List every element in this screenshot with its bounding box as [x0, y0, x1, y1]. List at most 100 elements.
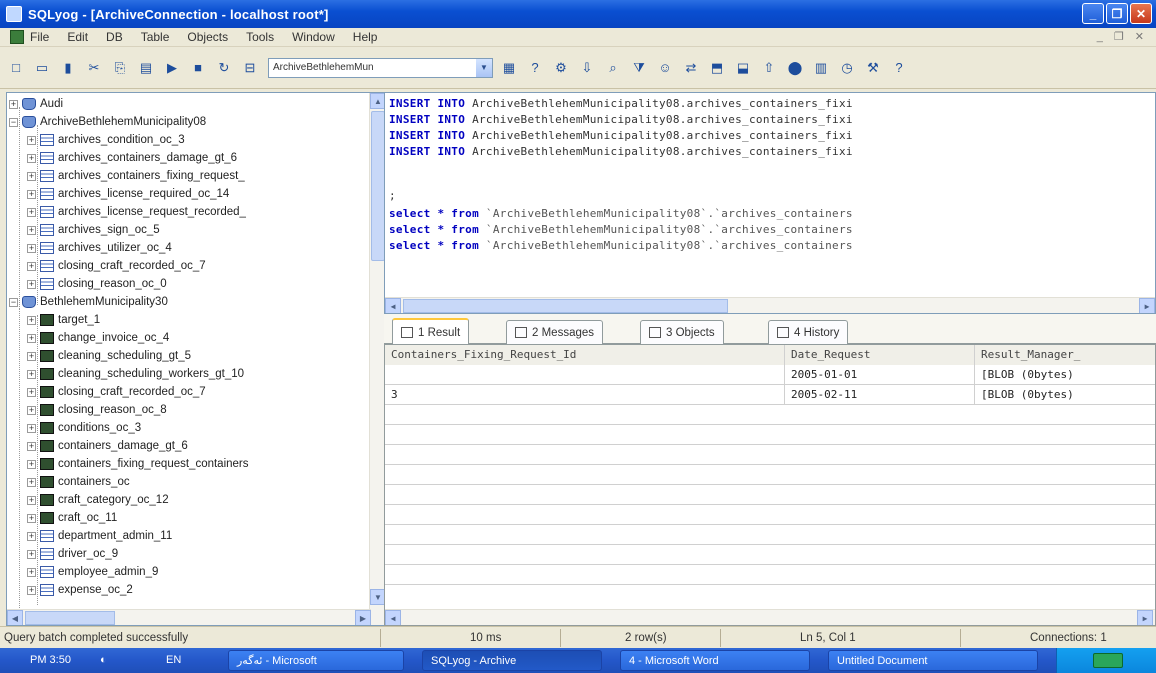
tree-item[interactable]: + craft_category_oc_12: [27, 491, 169, 509]
new-icon[interactable]: □: [8, 60, 24, 76]
tree-item[interactable]: + expense_oc_2: [27, 581, 133, 599]
filter-icon[interactable]: ⧩: [631, 60, 647, 76]
help-icon[interactable]: ?: [891, 60, 907, 76]
expand-icon[interactable]: +: [27, 531, 36, 541]
expand-icon[interactable]: +: [27, 549, 36, 559]
tree-item[interactable]: + archives_sign_oc_5: [27, 221, 160, 239]
cut-icon[interactable]: ✂: [86, 60, 102, 76]
tree-item[interactable]: + closing_reason_oc_8: [27, 401, 167, 419]
expand-icon[interactable]: +: [27, 495, 36, 505]
expand-icon[interactable]: +: [27, 441, 36, 451]
column-header[interactable]: Containers_Fixing_Request_Id: [385, 345, 785, 365]
expand-icon[interactable]: +: [27, 405, 36, 415]
stop-icon[interactable]: ■: [190, 60, 206, 76]
maximize-button[interactable]: ❐: [1106, 3, 1128, 24]
tree-item[interactable]: + archives_license_request_recorded_: [27, 203, 246, 221]
scroll-thumb[interactable]: [371, 111, 385, 261]
expand-icon[interactable]: +: [27, 153, 36, 163]
scroll-thumb[interactable]: [25, 611, 115, 625]
tree-item[interactable]: + archives_utilizer_oc_4: [27, 239, 172, 257]
tree-horizontal-scrollbar[interactable]: ◀ ▶: [7, 609, 371, 625]
tree-item[interactable]: + cleaning_scheduling_workers_gt_10: [27, 365, 244, 383]
table-row[interactable]: [385, 445, 1155, 465]
query-icon[interactable]: ?: [527, 60, 543, 76]
expand-icon[interactable]: +: [27, 207, 36, 217]
table-cell[interactable]: [BLOB (0bytes): [975, 385, 1155, 405]
close-button[interactable]: ✕: [1130, 3, 1152, 24]
tree-item[interactable]: + change_invoice_oc_4: [27, 329, 169, 347]
expand-icon[interactable]: +: [27, 189, 36, 199]
tree-item[interactable]: + closing_craft_recorded_oc_7: [27, 383, 206, 401]
scroll-right-icon[interactable]: ▶: [1139, 298, 1155, 313]
table-row[interactable]: [385, 425, 1155, 445]
expand-icon[interactable]: +: [27, 459, 36, 469]
tree-item[interactable]: + target_1: [27, 311, 100, 329]
tree-item[interactable]: + containers_oc: [27, 473, 130, 491]
scroll-left-icon[interactable]: ◀: [385, 298, 401, 313]
taskbar-button[interactable]: Untitled Document: [828, 650, 1038, 671]
expand-icon[interactable]: +: [27, 279, 36, 289]
table-cell[interactable]: 2005-02-11: [785, 385, 975, 405]
expand-icon[interactable]: +: [27, 261, 36, 271]
tree-item[interactable]: + archives_containers_fixing_request_: [27, 167, 245, 185]
table-row[interactable]: 2005-01-01 [BLOB (0bytes): [385, 365, 1155, 385]
sync-icon[interactable]: ⇄: [683, 60, 699, 76]
expand-icon[interactable]: +: [27, 315, 36, 325]
table-cell[interactable]: [BLOB (0bytes): [975, 365, 1155, 385]
tree-item[interactable]: + cleaning_scheduling_gt_5: [27, 347, 191, 365]
menu-edit[interactable]: Edit: [67, 30, 88, 44]
expand-icon[interactable]: +: [27, 369, 36, 379]
expand-icon[interactable]: +: [27, 585, 36, 595]
menu-table[interactable]: Table: [141, 30, 170, 44]
start-area[interactable]: [1056, 648, 1156, 673]
table-row[interactable]: [385, 565, 1155, 585]
backup-icon[interactable]: ⬒: [709, 60, 725, 76]
table-row[interactable]: [385, 505, 1155, 525]
expand-icon[interactable]: +: [27, 135, 36, 145]
tree-item[interactable]: + containers_fixing_request_containers: [27, 455, 249, 473]
tab-result[interactable]: 1 Result: [392, 318, 470, 345]
tree-item[interactable]: + archives_condition_oc_3: [27, 131, 185, 149]
collapse-icon[interactable]: −: [9, 297, 18, 307]
expand-icon[interactable]: +: [27, 513, 36, 523]
table-cell[interactable]: [385, 365, 785, 385]
grid-icon[interactable]: ▥: [813, 60, 829, 76]
scroll-left-icon[interactable]: ◀: [7, 610, 23, 625]
expand-icon[interactable]: +: [9, 99, 18, 109]
scroll-thumb[interactable]: [403, 299, 728, 313]
tab-objects[interactable]: 3 Objects: [640, 320, 724, 344]
expand-icon[interactable]: +: [27, 351, 36, 361]
table-cell[interactable]: 3: [385, 385, 785, 405]
table-icon[interactable]: ▦: [501, 60, 517, 76]
column-header[interactable]: Date_Request: [785, 345, 975, 365]
taskbar-button[interactable]: ئەگەر - Microsoft: [228, 650, 404, 671]
tree-item[interactable]: + archives_containers_damage_gt_6: [27, 149, 237, 167]
taskbar-button[interactable]: SQLyog - Archive: [422, 650, 602, 671]
table-row[interactable]: [385, 545, 1155, 565]
scheduler-icon[interactable]: ◷: [839, 60, 855, 76]
import-icon[interactable]: ⇩: [579, 60, 595, 76]
restore-icon[interactable]: ⬓: [735, 60, 751, 76]
mdi-controls[interactable]: _ ❐ ✕: [1097, 30, 1148, 43]
tree-item[interactable]: + containers_damage_gt_6: [27, 437, 188, 455]
export-icon[interactable]: ⇧: [761, 60, 777, 76]
tree-item[interactable]: + closing_reason_oc_0: [27, 275, 167, 293]
table-row[interactable]: [385, 485, 1155, 505]
grid-horizontal-scrollbar[interactable]: ◀ ▶: [385, 609, 1155, 625]
tree-item[interactable]: + archives_license_required_oc_14: [27, 185, 229, 203]
menu-objects[interactable]: Objects: [187, 30, 228, 44]
database-selector[interactable]: ArchiveBethlehemMun ▼: [268, 57, 493, 78]
tree-item[interactable]: + craft_oc_11: [27, 509, 117, 527]
taskbar-button[interactable]: 4 - Microsoft Word: [620, 650, 810, 671]
menu-db[interactable]: DB: [106, 30, 123, 44]
tab-history[interactable]: 4 History: [768, 320, 849, 344]
column-header[interactable]: Result_Manager_: [975, 345, 1155, 365]
language-indicator[interactable]: EN: [166, 650, 181, 671]
expand-icon[interactable]: +: [27, 243, 36, 253]
open-icon[interactable]: ▭: [34, 60, 50, 76]
copy-icon[interactable]: ⎘: [112, 60, 128, 76]
schema-icon[interactable]: ⚙: [553, 60, 569, 76]
table-row[interactable]: 3 2005-02-11 [BLOB (0bytes): [385, 385, 1155, 405]
tree-item[interactable]: − ArchiveBethlehemMunicipality08: [9, 113, 206, 131]
expand-icon[interactable]: +: [27, 387, 36, 397]
